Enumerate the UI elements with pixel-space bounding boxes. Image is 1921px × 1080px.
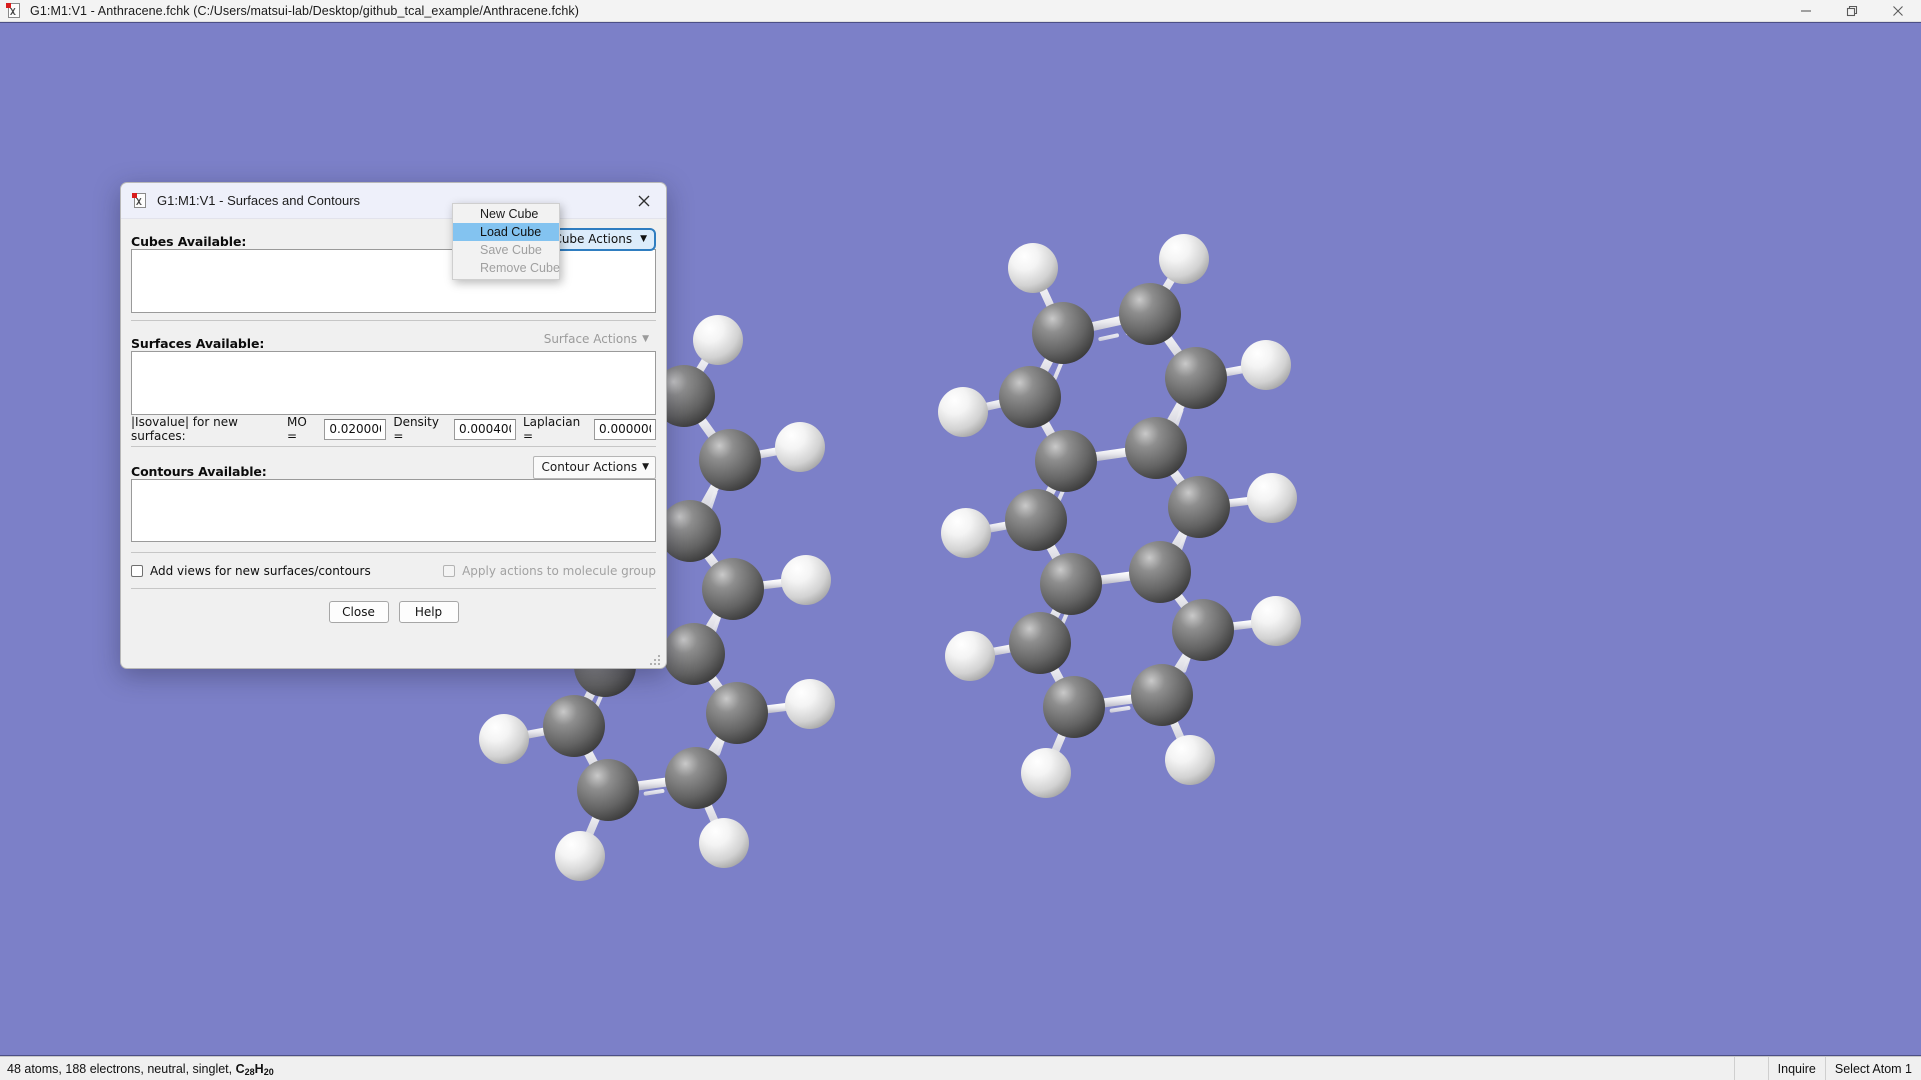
mo-label: MO = xyxy=(287,415,317,443)
resize-grip-icon[interactable] xyxy=(650,654,661,665)
cubes-listbox[interactable] xyxy=(131,249,656,313)
contours-listbox[interactable] xyxy=(131,479,656,542)
menu-item-load-cube[interactable]: Load Cube xyxy=(453,223,559,241)
cubes-section-header: Cubes Available: Cube Actions ▼ xyxy=(131,219,656,249)
density-label: Density = xyxy=(393,415,447,443)
status-right-group: Inquire Select Atom 1 xyxy=(1734,1057,1921,1080)
close-button[interactable]: Close xyxy=(329,601,389,623)
dialog-close-button[interactable] xyxy=(622,183,666,219)
laplacian-isovalue-input[interactable] xyxy=(594,419,656,440)
cubes-available-label: Cubes Available: xyxy=(131,234,246,249)
contour-actions-label: Contour Actions xyxy=(542,460,638,474)
surface-actions-label: Surface Actions xyxy=(544,332,637,346)
divider xyxy=(131,588,656,589)
contours-available-label: Contours Available: xyxy=(131,464,267,479)
menu-item-remove-cube[interactable]: Remove Cube xyxy=(453,259,559,277)
isovalue-row: |Isovalue| for new surfaces: MO = Densit… xyxy=(131,415,656,443)
status-select-atom[interactable]: Select Atom 1 xyxy=(1825,1057,1921,1080)
formula-hydrogen: H xyxy=(255,1062,264,1076)
mo-isovalue-input[interactable] xyxy=(324,419,386,440)
minimize-button[interactable] xyxy=(1783,0,1829,22)
apply-to-group-checkbox[interactable] xyxy=(443,565,455,577)
surfaces-and-contours-dialog[interactable]: 𝛘 G1:M1:V1 - Surfaces and Contours Cubes… xyxy=(120,182,667,669)
molecule-info-status: 48 atoms, 188 electrons, neutral, single… xyxy=(0,1062,274,1076)
window-title: G1:M1:V1 - Anthracene.fchk (C:/Users/mat… xyxy=(30,4,579,18)
gaussview-document-icon: 𝛘 xyxy=(132,193,148,209)
formula-carbon: C xyxy=(236,1062,245,1076)
surface-actions-button[interactable]: Surface Actions ▼ xyxy=(535,328,656,351)
formula-hydrogen-count: 20 xyxy=(264,1067,274,1077)
surfaces-listbox[interactable] xyxy=(131,351,656,415)
close-button[interactable] xyxy=(1875,0,1921,22)
window-controls xyxy=(1783,0,1921,22)
status-bar: 48 atoms, 188 electrons, neutral, single… xyxy=(0,1056,1921,1080)
chevron-down-icon: ▼ xyxy=(640,235,647,244)
status-inquire[interactable]: Inquire xyxy=(1768,1057,1825,1080)
dialog-titlebar[interactable]: 𝛘 G1:M1:V1 - Surfaces and Contours xyxy=(121,183,666,219)
contour-actions-button[interactable]: Contour Actions ▼ xyxy=(533,456,656,479)
surfaces-available-label: Surfaces Available: xyxy=(131,336,264,351)
density-isovalue-input[interactable] xyxy=(454,419,516,440)
contours-section-header: Contours Available: Contour Actions ▼ xyxy=(131,447,656,479)
application-window: 𝛘 G1:M1:V1 - Anthracene.fchk (C:/Users/m… xyxy=(0,0,1921,1080)
chevron-down-icon: ▼ xyxy=(642,463,649,472)
add-views-label: Add views for new surfaces/contours xyxy=(150,564,371,578)
dialog-button-row: Close Help xyxy=(131,601,656,623)
apply-to-group-label: Apply actions to molecule group xyxy=(462,564,656,578)
gaussview-document-icon: 𝛘 xyxy=(6,3,22,19)
menu-item-new-cube[interactable]: New Cube xyxy=(453,205,559,223)
chevron-down-icon: ▼ xyxy=(642,335,649,344)
add-views-checkbox[interactable] xyxy=(131,565,143,577)
status-spacer xyxy=(1734,1057,1768,1080)
maximize-button[interactable] xyxy=(1829,0,1875,22)
menu-item-save-cube[interactable]: Save Cube xyxy=(453,241,559,259)
isovalue-prefix-label: |Isovalue| for new surfaces: xyxy=(131,415,280,443)
molecule-info-text: 48 atoms, 188 electrons, neutral, single… xyxy=(7,1062,236,1076)
dialog-body: Cubes Available: Cube Actions ▼ Surfaces… xyxy=(121,219,666,669)
surfaces-section-header: Surfaces Available: Surface Actions ▼ xyxy=(131,321,656,351)
cube-actions-label: Cube Actions xyxy=(553,232,632,246)
cube-actions-button[interactable]: Cube Actions ▼ xyxy=(543,228,656,251)
dialog-title: G1:M1:V1 - Surfaces and Contours xyxy=(157,193,360,208)
cube-actions-menu[interactable]: New Cube Load Cube Save Cube Remove Cube xyxy=(452,203,560,280)
help-button[interactable]: Help xyxy=(399,601,459,623)
laplacian-label: Laplacian = xyxy=(523,415,587,443)
window-titlebar: 𝛘 G1:M1:V1 - Anthracene.fchk (C:/Users/m… xyxy=(0,0,1921,22)
formula-carbon-count: 28 xyxy=(245,1067,255,1077)
divider xyxy=(131,552,656,553)
options-row: Add views for new surfaces/contours Appl… xyxy=(131,558,656,584)
